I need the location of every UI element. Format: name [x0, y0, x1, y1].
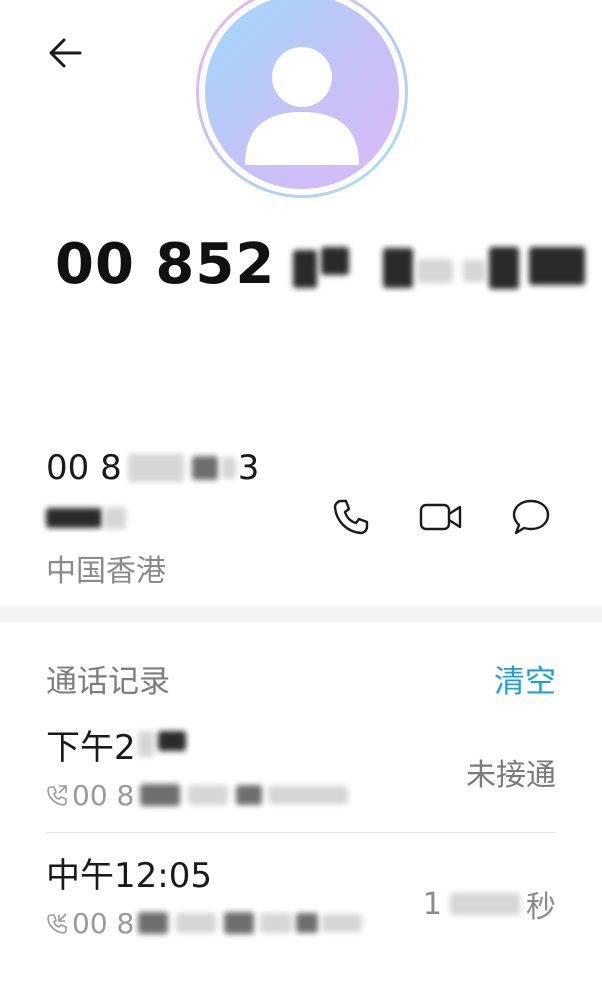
phone-number[interactable]: 00 8 3 — [46, 446, 259, 490]
phone-number-suffix: 3 — [237, 448, 260, 488]
redacted-block — [321, 246, 350, 275]
back-button[interactable] — [40, 30, 90, 80]
redacted-block — [221, 457, 236, 479]
redacted-block — [104, 507, 126, 529]
call-number-prefix: 00 8 — [72, 778, 135, 812]
redacted-block — [176, 913, 217, 933]
redacted-block — [138, 912, 169, 934]
number-location: 中国香港 — [46, 554, 166, 589]
call-button[interactable] — [326, 494, 376, 540]
call-duration-suffix: 秒 — [526, 890, 556, 925]
call-status: 未接通 — [466, 758, 556, 793]
redacted-block — [268, 786, 349, 804]
call-log-header: 通话记录 清空 — [46, 656, 556, 701]
redacted-block — [322, 914, 363, 932]
redacted-block — [260, 913, 293, 933]
redacted-block — [127, 454, 184, 482]
redacted-block — [463, 259, 486, 282]
contact-title-text: 00 852 — [55, 232, 276, 297]
phone-number-label — [46, 498, 259, 538]
incoming-call-icon — [47, 913, 67, 934]
contact-title: 00 852 — [55, 232, 586, 297]
call-log-title: 通话记录 — [46, 664, 170, 700]
redacted-block — [137, 731, 154, 757]
section-divider — [0, 606, 602, 622]
redacted-block — [140, 784, 181, 806]
call-log-item[interactable]: 下午2 00 8 未接通 — [46, 722, 556, 833]
phone-icon — [333, 499, 369, 535]
redacted-block — [46, 508, 102, 528]
call-log-item[interactable]: 中午12:05 00 8 1 秒 — [46, 850, 556, 960]
contact-avatar — [196, 0, 408, 198]
redacted-block — [236, 785, 263, 805]
redacted-block — [417, 258, 454, 283]
phone-number-prefix: 00 8 — [46, 448, 122, 488]
redacted-block — [293, 249, 318, 288]
person-avatar-icon — [245, 47, 359, 165]
redacted-block — [489, 246, 520, 289]
number-details: 00 8 3 中国香港 — [46, 446, 259, 590]
video-call-icon — [419, 503, 462, 531]
redacted-block — [450, 893, 520, 915]
message-button[interactable] — [506, 494, 556, 540]
redacted-block — [191, 456, 218, 480]
arrow-left-icon — [46, 34, 84, 76]
call-duration: 1 秒 — [423, 882, 556, 926]
call-duration-prefix: 1 — [422, 886, 442, 922]
redacted-block — [529, 246, 586, 285]
contact-actions — [326, 494, 556, 540]
video-call-button[interactable] — [416, 494, 466, 540]
call-time-prefix: 下午2 — [46, 727, 136, 768]
redacted-block — [157, 731, 186, 751]
outgoing-call-icon — [47, 785, 67, 806]
message-icon — [512, 499, 550, 535]
redacted-block — [296, 913, 319, 933]
clear-button[interactable]: 清空 — [494, 656, 556, 701]
redacted-block — [188, 785, 229, 805]
call-number-prefix: 00 8 — [72, 906, 135, 940]
redacted-block — [383, 247, 414, 288]
redacted-block — [224, 912, 255, 934]
